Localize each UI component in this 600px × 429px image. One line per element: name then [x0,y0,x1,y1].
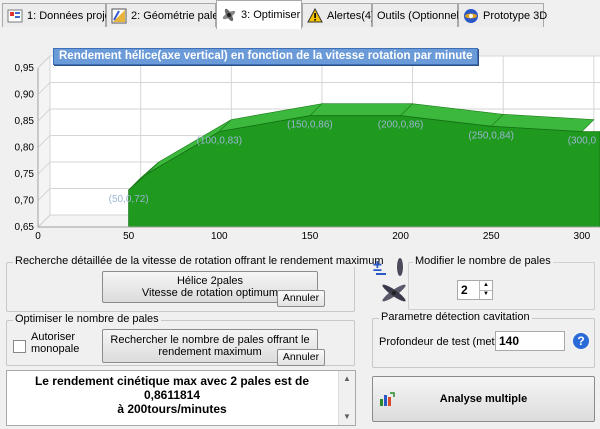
blade-geometry-icon [111,8,127,24]
blade-count-icon: ± [372,257,406,313]
x-tick-label: 200 [392,231,409,242]
blade-count-area: ± Modifier le nombre de pales 2 ▲ ▼ [372,255,595,313]
stepper-down-icon[interactable]: ▼ [479,290,492,299]
tab-project-data[interactable]: 1: Données projet [2,3,114,27]
cancel-search-button[interactable]: Annuler [277,290,325,307]
optimize-blades-group: Optimiser le nombre de pales Autoriser m… [6,313,355,366]
tab-label: Alertes(4) [327,9,375,22]
depth-input[interactable]: 140 [495,331,565,351]
blade-count-value: 2 [461,283,468,297]
group-title: Recherche détaillée de la vitesse de rot… [13,255,386,267]
x-tick-label: 0 [35,231,41,242]
area-top-surface [309,103,414,116]
data-label: (150,0,86) [287,120,333,131]
x-tick-label: 300 [574,231,591,242]
data-label: (100,0,83) [196,136,242,147]
button-line: Hélice 2pales [176,275,244,287]
scroll-down-icon[interactable]: ▼ [339,409,355,425]
group-title: Modifier le nombre de pales [413,255,553,267]
tab-optimize[interactable]: 3: Optimiser [216,0,302,29]
y-tick-label: 0,85 [15,116,35,127]
project-icon [7,8,23,24]
tab-label: 1: Données projet [27,9,114,22]
blade-count-stepper[interactable]: 2 ▲ ▼ [457,280,493,300]
result-text: Le rendement cinétique max avec 2 pales … [34,374,310,416]
help-icon[interactable]: ? [573,333,589,349]
tab-tools[interactable]: Outils (Optionnel) [372,3,463,27]
tab-alerts[interactable]: Alertes(4) [302,3,375,27]
x-tick-label: 150 [302,231,319,242]
button-line: Rechercher le nombre de pales offrant le [110,334,310,346]
tab-label: 2: Géométrie pale [131,9,219,22]
tab-blade-geometry[interactable]: 2: Géométrie pale [106,3,219,27]
data-label: (250,0,84) [468,130,514,141]
y-tick-label: 0,80 [15,143,35,154]
propeller-icon [221,7,237,23]
button-line: Vitesse de rotation optimum [141,287,279,299]
monopale-checkbox[interactable] [13,340,26,353]
prototype-3d-icon [463,8,479,24]
x-tick-label: 100 [211,231,228,242]
y-tick-label: 0,65 [15,222,35,233]
chart-title: Rendement hélice(axe vertical) en foncti… [53,48,479,65]
bar-chart-icon [379,391,395,407]
result-box: Le rendement cinétique max avec 2 pales … [6,370,356,426]
data-label: (50,0,72) [109,194,149,205]
result-scrollbar[interactable]: ▲ ▼ [338,371,355,425]
tab-bar: 1: Données projet 2: Géométrie pale 3: O… [0,0,600,29]
svg-text:±: ± [373,258,382,275]
tab-label: Prototype 3D [483,9,548,22]
group-title: Optimiser le nombre de pales [13,313,161,325]
y-tick-label: 0,90 [15,90,35,101]
depth-label: Profondeur de test (metres) [379,336,514,348]
blade-count-group: Modifier le nombre de pales 2 ▲ ▼ [408,255,595,310]
x-tick-label: 250 [483,231,500,242]
y-tick-label: 0,95 [15,63,35,74]
cancel-blade-search-button[interactable]: Annuler [277,349,325,366]
tab-label: Outils (Optionnel) [377,9,463,22]
cavitation-group: Parametre détection cavitation Profondeu… [372,311,595,368]
efficiency-chart: Rendement hélice(axe vertical) en foncti… [0,38,600,273]
scroll-up-icon[interactable]: ▲ [339,371,355,387]
y-tick-label: 0,70 [15,196,35,207]
tab-prototype-3d[interactable]: Prototype 3D [458,3,548,27]
button-line: rendement maximum [158,346,262,358]
warning-icon [307,7,323,24]
data-label: (200,0,86) [378,120,424,131]
button-label: Analyse multiple [439,393,528,405]
data-label: (300,0 [568,136,597,147]
tab-label: 3: Optimiser [241,9,301,21]
monopale-label: Autoriser monopale [31,331,80,355]
detailed-search-group: Recherche détaillée de la vitesse de rot… [6,255,386,312]
multiple-analysis-button[interactable]: Analyse multiple [372,376,595,422]
x-tick-label: 50 [123,231,135,242]
y-tick-label: 0,75 [15,169,35,180]
chart-canvas: (50,0,72) (100,0,83) (150,0,86) (200,0,86) (… [15,54,600,242]
optimize-panel: Rendement hélice(axe vertical) en foncti… [0,28,600,429]
group-title: Parametre détection cavitation [379,311,532,323]
